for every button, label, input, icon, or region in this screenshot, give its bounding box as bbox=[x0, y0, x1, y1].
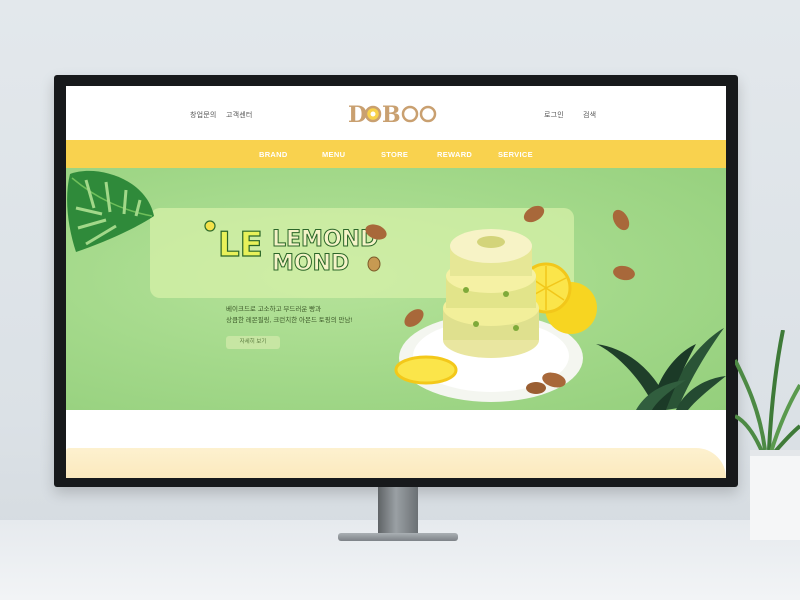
monstera-leaf-icon bbox=[67, 170, 154, 252]
nav-item-store[interactable]: STORE bbox=[381, 150, 408, 159]
monitor-stand bbox=[378, 487, 418, 537]
agave-plant-icon bbox=[596, 328, 726, 410]
nav-item-reward[interactable]: REWARD bbox=[437, 150, 472, 159]
hero-title-le: LE bbox=[218, 225, 263, 265]
login-link[interactable]: 로그인 bbox=[544, 110, 564, 120]
search-link[interactable]: 검색 bbox=[583, 110, 596, 120]
view-details-button[interactable]: 자세히 보기 bbox=[226, 336, 280, 349]
monitor-stand-base bbox=[338, 533, 458, 541]
next-section-preview bbox=[66, 448, 726, 478]
franchise-inquiry-link[interactable]: 창업문의 bbox=[190, 110, 217, 120]
nav-item-brand[interactable]: BRAND bbox=[259, 150, 288, 159]
nav-item-menu[interactable]: MENU bbox=[322, 150, 345, 159]
site-header: 창업문의 고객센터 D B 로그인 검색 bbox=[66, 86, 726, 140]
hero-banner[interactable]: LE LEMOND MOND 베이크드로 고소하고 부드러운 빵과 상큼한 레몬… bbox=[66, 168, 726, 410]
site-logo[interactable]: D B bbox=[348, 101, 448, 128]
nav-item-service[interactable]: SERVICE bbox=[498, 150, 533, 159]
customer-center-link[interactable]: 고객센터 bbox=[226, 110, 253, 120]
monitor-screen: 창업문의 고객센터 D B 로그인 검색 BRAND MENU STORE RE… bbox=[66, 86, 726, 478]
potted-plant-icon bbox=[735, 330, 800, 540]
main-nav: BRAND MENU STORE REWARD SERVICE bbox=[66, 140, 726, 168]
svg-text:B: B bbox=[382, 102, 402, 127]
hero-title-line2: MOND bbox=[272, 251, 349, 276]
logo-wordmark: D B bbox=[348, 102, 437, 128]
